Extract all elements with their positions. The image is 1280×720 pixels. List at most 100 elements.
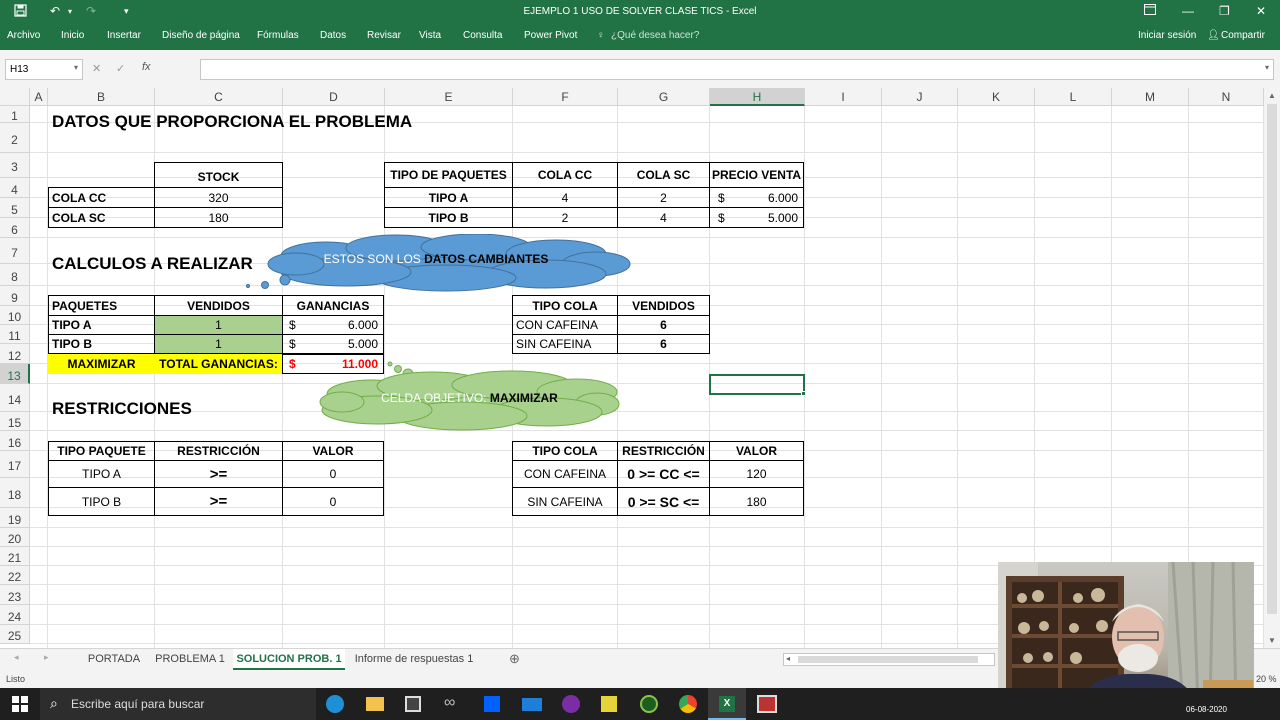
row-header-20[interactable]: 20 [0, 528, 30, 547]
podcast-icon[interactable] [562, 695, 580, 713]
paquete-cc[interactable]: 4 [512, 187, 618, 208]
tab-revisar[interactable]: Revisar [367, 30, 401, 41]
restr-valor[interactable]: 120 [709, 460, 804, 488]
row-header-18[interactable]: 18 [0, 478, 30, 508]
column-header-m[interactable]: M [1112, 88, 1189, 106]
restr-op[interactable]: >= [154, 460, 283, 488]
column-header-g[interactable]: G [618, 88, 710, 106]
tab-inicio[interactable]: Inicio [61, 30, 84, 41]
infinity-app-icon[interactable]: ∞ [444, 694, 455, 712]
total-ganancias-label[interactable]: TOTAL GANANCIAS: [154, 354, 283, 374]
add-sheet-icon[interactable]: ⊕ [509, 651, 520, 667]
scroll-thumb[interactable] [1267, 104, 1277, 614]
fill-handle[interactable] [801, 391, 806, 396]
paquete-tipo[interactable]: TIPO B [384, 207, 513, 228]
row-header-8[interactable]: 8 [0, 264, 30, 286]
column-header-a[interactable]: A [30, 88, 48, 106]
formula-input[interactable]: ▾ [200, 59, 1274, 80]
horizontal-scrollbar[interactable]: ◂ [783, 653, 995, 666]
cola-header[interactable]: VENDIDOS [617, 295, 710, 316]
paquete-precio[interactable]: $6.000 [709, 187, 804, 208]
vertical-scrollbar[interactable]: ▲ ▼ [1264, 88, 1280, 648]
scroll-left-icon[interactable]: ◂ [786, 654, 790, 663]
stock-header[interactable]: STOCK [154, 162, 283, 188]
restr-tipo[interactable]: CON CAFEINA [512, 460, 618, 488]
row-header-2[interactable]: 2 [0, 123, 30, 153]
row-header-22[interactable]: 22 [0, 566, 30, 585]
restr-header[interactable]: VALOR [282, 441, 384, 461]
row-header-9[interactable]: 9 [0, 286, 30, 306]
cola-label[interactable]: SIN CAFEINA [512, 334, 618, 354]
row-header-14[interactable]: 14 [0, 384, 30, 412]
calc-header[interactable]: GANANCIAS [282, 295, 384, 316]
paquetes-header[interactable]: COLA CC [512, 162, 618, 188]
calc-header[interactable]: PAQUETES [48, 295, 155, 316]
zoom-level[interactable]: 20 % [1256, 674, 1277, 684]
paquete-cc[interactable]: 2 [512, 207, 618, 228]
sheet-tab-problema-1[interactable]: PROBLEMA 1 [152, 649, 228, 670]
tab-insertar[interactable]: Insertar [107, 30, 141, 41]
expand-formula-icon[interactable]: ▾ [1265, 63, 1269, 72]
ganancia-cell[interactable]: $6.000 [282, 315, 384, 335]
row-header-1[interactable]: 1 [0, 106, 30, 123]
fx-icon[interactable]: fx [142, 61, 151, 73]
chevron-down-icon[interactable]: ▾ [74, 63, 78, 72]
signin-link[interactable]: Iniciar sesión [1138, 30, 1196, 41]
column-header-b[interactable]: B [48, 88, 155, 106]
row-header-3[interactable]: 3 [0, 153, 30, 178]
row-header-25[interactable]: 25 [0, 625, 30, 644]
sticky-notes-icon[interactable] [601, 696, 617, 712]
paquete-tipo[interactable]: TIPO A [384, 187, 513, 208]
column-header-i[interactable]: I [805, 88, 882, 106]
restr-valor[interactable]: 0 [282, 487, 384, 516]
row-header-11[interactable]: 11 [0, 325, 30, 344]
tab-power-pivot[interactable]: Power Pivot [524, 30, 577, 41]
row-header-21[interactable]: 21 [0, 547, 30, 566]
tab-archivo[interactable]: Archivo [7, 30, 40, 41]
enter-icon[interactable]: ✓ [116, 62, 125, 75]
scroll-down-icon[interactable]: ▼ [1268, 636, 1276, 645]
paquete-precio[interactable]: $5.000 [709, 207, 804, 228]
row-header-24[interactable]: 24 [0, 605, 30, 625]
row-header-16[interactable]: 16 [0, 431, 30, 451]
column-header-h[interactable]: H [710, 88, 805, 106]
chrome-icon[interactable] [679, 695, 697, 713]
vendidos-cell[interactable]: 1 [154, 334, 283, 354]
stock-value[interactable]: 320 [154, 187, 283, 208]
hscroll-thumb[interactable] [798, 656, 978, 663]
selected-cell-h13[interactable] [709, 374, 805, 395]
sheet-tab-portada[interactable]: PORTADA [82, 649, 146, 670]
ganancia-cell[interactable]: $5.000 [282, 334, 384, 354]
row-header-12[interactable]: 12 [0, 344, 30, 364]
vendidos-cell[interactable]: 1 [154, 315, 283, 335]
row-header-13[interactable]: 13 [0, 364, 30, 384]
mail-icon[interactable] [522, 698, 542, 711]
stock-label[interactable]: COLA CC [48, 187, 155, 208]
row-header-17[interactable]: 17 [0, 451, 30, 478]
recorder-icon[interactable] [757, 695, 777, 713]
column-header-j[interactable]: J [882, 88, 958, 106]
calc-header[interactable]: VENDIDOS [154, 295, 283, 316]
column-header-l[interactable]: L [1035, 88, 1112, 106]
cola-header[interactable]: TIPO COLA [512, 295, 618, 316]
windows-start-icon[interactable] [12, 696, 28, 717]
close-icon[interactable]: ✕ [1256, 4, 1266, 18]
minimize-icon[interactable]: — [1182, 4, 1194, 18]
restr-tipo[interactable]: TIPO B [48, 487, 155, 516]
select-all-corner[interactable] [0, 88, 30, 106]
next-sheet-icon[interactable]: ▸ [44, 652, 49, 663]
cola-value[interactable]: 6 [617, 334, 710, 354]
stock-label[interactable]: COLA SC [48, 207, 155, 228]
store-icon[interactable] [405, 696, 421, 712]
restr-header[interactable]: VALOR [709, 441, 804, 461]
dropbox-icon[interactable] [484, 696, 500, 712]
tab-consulta[interactable]: Consulta [463, 30, 502, 41]
upwork-icon[interactable] [640, 695, 658, 713]
restr-op[interactable]: >= [154, 487, 283, 516]
sheet-tab-informe-respuestas[interactable]: Informe de respuestas 1 [350, 649, 478, 670]
row-header-7[interactable]: 7 [0, 238, 30, 264]
restr-header[interactable]: TIPO PAQUETE [48, 441, 155, 461]
restr-header[interactable]: RESTRICCIÓN [617, 441, 710, 461]
calc-label[interactable]: TIPO B [48, 334, 155, 354]
paquetes-header[interactable]: PRECIO VENTA [709, 162, 804, 188]
